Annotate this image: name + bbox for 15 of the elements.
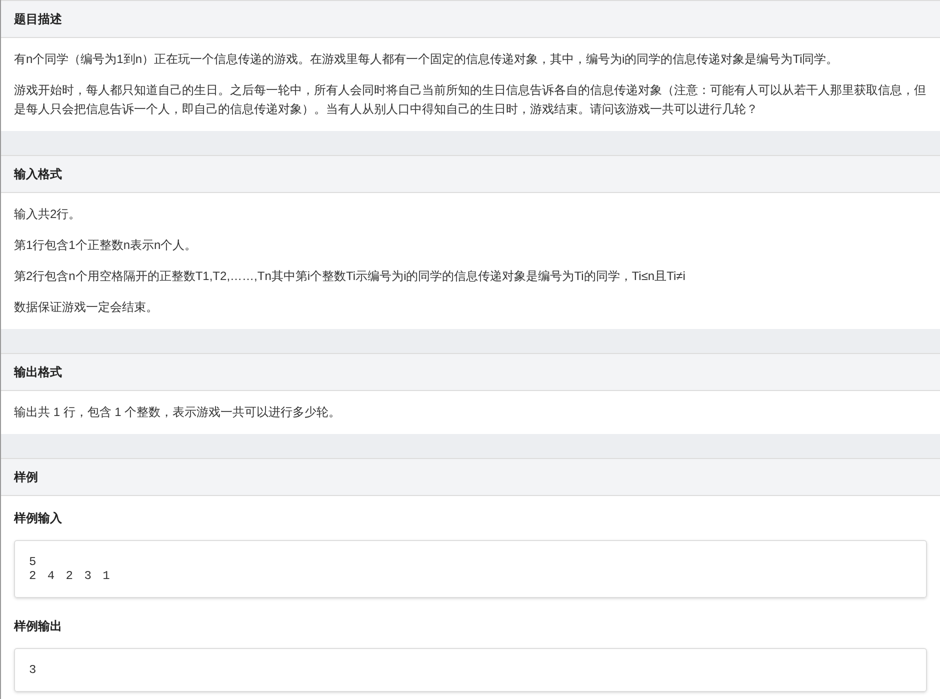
description-text: 有n个同学（编号为1到n）正在玩一个信息传递的游戏。在游戏里每人都有一个固定的信息传递对象，其中，编号为i的同学的信息传递对象是编号为Ti同学。: [14, 51, 840, 68]
code-block: 5 2 4 2 3 1: [14, 540, 927, 598]
description-text: 数据保证游戏一定会结束。: [14, 299, 159, 316]
description-text: 第1行包含1个正整数n表示n个人。: [14, 237, 198, 254]
section-header: 题目描述: [1, 0, 940, 38]
description-text: 第2行包含n个用空格隔开的正整数T1,T2,……,Tn其中第i个整数Ti示编号为i的同学的信息传递对象是编号为Ti的同学，Ti≤n且Ti≠i: [14, 268, 686, 285]
sample-label: 样例输出: [14, 618, 63, 635]
code-block: 3: [14, 648, 927, 692]
section-header: 输出格式: [1, 353, 940, 391]
description-text: 游戏开始时，每人都只知道自己的生日。之后每一轮中，所有人会同时将自己当前所知的生日信息告诉各自的信息传递对象（注意：可能有人可以从若干人那里获取信息，但是每人只会把信息告诉一个人，即自己的信息传递对象）。当有人从别人口中得知自己的生日时，游戏结束。请问该游戏一共可以进行几轮？: [14, 82, 927, 118]
section-header: 样例: [1, 458, 940, 496]
sample-label: 样例输入: [14, 510, 63, 527]
description-text: 输出共 1 行，包含 1 个整数，表示游戏一共可以进行多少轮。: [14, 404, 342, 421]
section-header: 输入格式: [1, 155, 940, 193]
description-text: 输入共2行。: [14, 206, 82, 223]
